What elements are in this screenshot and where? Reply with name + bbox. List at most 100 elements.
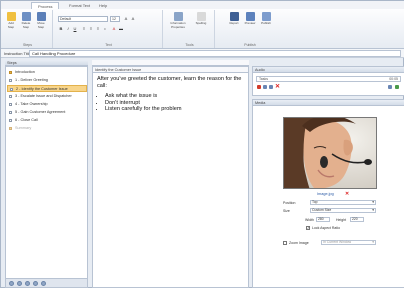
step-icon [10, 88, 13, 91]
lock-aspect-checkbox[interactable]: ✓ [306, 226, 310, 230]
ribbon-group-publish: Report Preview Publish Publish [225, 10, 275, 48]
zoom-mode-select[interactable]: In Current Window [321, 240, 376, 245]
align-right-icon[interactable]: ≡ [95, 26, 101, 32]
move-step-button[interactable]: Move Step [35, 12, 47, 29]
step-item-1[interactable]: 1 - Deliver Greeting [7, 77, 87, 84]
font-name-select[interactable]: Default [58, 16, 108, 22]
folder-icon [9, 71, 12, 74]
folder-icon [9, 127, 12, 130]
underline-button[interactable]: U [72, 26, 78, 32]
title-row: Instruction Title Call Handling Procedur… [1, 49, 404, 58]
position-select[interactable]: Top [310, 200, 376, 205]
spelling-button[interactable]: Spelling [191, 12, 211, 26]
align-left-icon[interactable]: ≡ [81, 26, 87, 32]
size-label: Size [283, 209, 290, 213]
headset-agent-photo [284, 118, 376, 188]
shrink-font-button[interactable]: A [130, 16, 136, 22]
image-filename-link[interactable]: Image.jpg [317, 192, 334, 196]
step-icon [9, 103, 12, 106]
ribbon-group-tools: Information Properties Spelling Tools [165, 10, 215, 48]
editor-body[interactable]: After you've greeted the customer, learn… [97, 76, 245, 113]
font-size-select[interactable]: 12 [110, 16, 120, 22]
italic-button[interactable]: I [65, 26, 71, 32]
add-step-button[interactable]: Add Step [5, 12, 17, 29]
preview-button[interactable]: Preview [243, 12, 257, 26]
step-editor[interactable]: Identify the Customer Issue After you've… [92, 66, 249, 288]
nav-refresh-icon[interactable] [41, 281, 46, 286]
font-color-icon[interactable]: A [111, 26, 117, 32]
report-button[interactable]: Report [227, 12, 241, 26]
step-icon [9, 95, 12, 98]
audio-panel-header: Audio [253, 67, 404, 73]
steps-panel-toolbar [6, 278, 87, 287]
nav-down-icon[interactable] [33, 281, 38, 286]
information-properties-button[interactable]: Information Properties [168, 12, 188, 29]
add-step-icon [6, 12, 16, 21]
size-select[interactable]: Custom Size [310, 208, 376, 213]
record-icon[interactable] [257, 85, 261, 89]
move-step-icon [36, 12, 46, 21]
delete-step-icon [21, 12, 31, 21]
step-item-6[interactable]: 6 - Close Call [7, 117, 87, 124]
preview-icon [245, 12, 255, 21]
report-icon [229, 12, 239, 21]
nav-back-icon[interactable] [9, 281, 14, 286]
step-item-introduction[interactable]: Introduction [7, 69, 87, 76]
audio-settings-icon[interactable] [395, 85, 399, 89]
height-label: Height [336, 218, 347, 222]
play-icon[interactable] [263, 85, 267, 89]
bold-button[interactable]: B [58, 26, 64, 32]
step-item-3[interactable]: 3 - Escalate Issue and Dispatcher [7, 93, 87, 100]
ribbon: Add Step Delete Step Move Step Steps Def… [1, 9, 404, 49]
spelling-icon [196, 12, 206, 21]
step-icon [9, 111, 12, 114]
editor-bullet-list: Ask what the issue is Don't interrupt Li… [97, 93, 245, 113]
publish-button[interactable]: Publish [259, 12, 273, 26]
grow-font-button[interactable]: A [123, 16, 129, 22]
step-item-summary[interactable]: Summary [7, 125, 87, 132]
tab-help[interactable]: Help [93, 2, 113, 9]
audio-panel: Audio Tasks 00:05 ✕ [252, 66, 404, 96]
align-center-icon[interactable]: ≡ [88, 26, 94, 32]
delete-audio-icon[interactable]: ✕ [275, 83, 280, 90]
tab-format-text[interactable]: Format Text [63, 2, 96, 9]
title-input[interactable]: Call Handling Procedure [29, 50, 401, 57]
audio-track-field[interactable]: Tasks 00:05 [256, 76, 401, 82]
step-item-4[interactable]: 4 - Take Ownership [7, 101, 87, 108]
width-input[interactable]: 280 [316, 217, 330, 222]
media-image[interactable] [283, 117, 377, 189]
step-icon [9, 119, 12, 122]
zoom-image-checkbox[interactable] [283, 241, 287, 245]
height-input[interactable]: 220 [350, 217, 364, 222]
bullet-item: Listen carefully for the problem [105, 106, 245, 113]
audio-duration: 00:05 [389, 77, 398, 81]
step-icon [9, 79, 12, 82]
ribbon-tabs: Process Format Text Help [1, 1, 404, 9]
nav-up-icon[interactable] [25, 281, 30, 286]
stop-icon[interactable] [269, 85, 273, 89]
width-label: Width [305, 218, 314, 222]
publish-group-label: Publish [244, 43, 256, 47]
nav-forward-icon[interactable] [17, 281, 22, 286]
text-group-label: Text [105, 43, 112, 47]
delete-step-button[interactable]: Delete Step [20, 12, 32, 29]
media-panel-header: Media [253, 100, 404, 106]
remove-image-icon[interactable]: ✕ [345, 191, 349, 197]
step-item-2[interactable]: 2 - Identify the Customer Issue [7, 85, 87, 92]
editor-paragraph: After you've greeted the customer, learn… [97, 76, 242, 89]
bullets-icon[interactable]: • [102, 26, 108, 32]
steps-group-label: Steps [23, 43, 32, 47]
ribbon-group-steps: Add Step Delete Step Move Step Steps [3, 10, 53, 48]
publish-icon [261, 12, 271, 21]
position-label: Position [283, 201, 296, 205]
import-audio-icon[interactable] [388, 85, 392, 89]
app-window: Process Format Text Help Add Step Delete… [0, 0, 404, 288]
highlight-icon[interactable]: ▬ [118, 26, 124, 32]
properties-icon [173, 12, 183, 21]
zoom-image-label: Zoom Image [289, 241, 309, 245]
tab-process[interactable]: Process [31, 2, 60, 9]
ribbon-group-text: Default 12 A A B I U ≡ ≡ ≡ • A ▬ Text [55, 10, 163, 48]
step-item-5[interactable]: 5 - Gain Customer Agreement [7, 109, 87, 116]
title-label: Instruction Title [4, 51, 31, 56]
tools-group-label: Tools [185, 43, 194, 47]
